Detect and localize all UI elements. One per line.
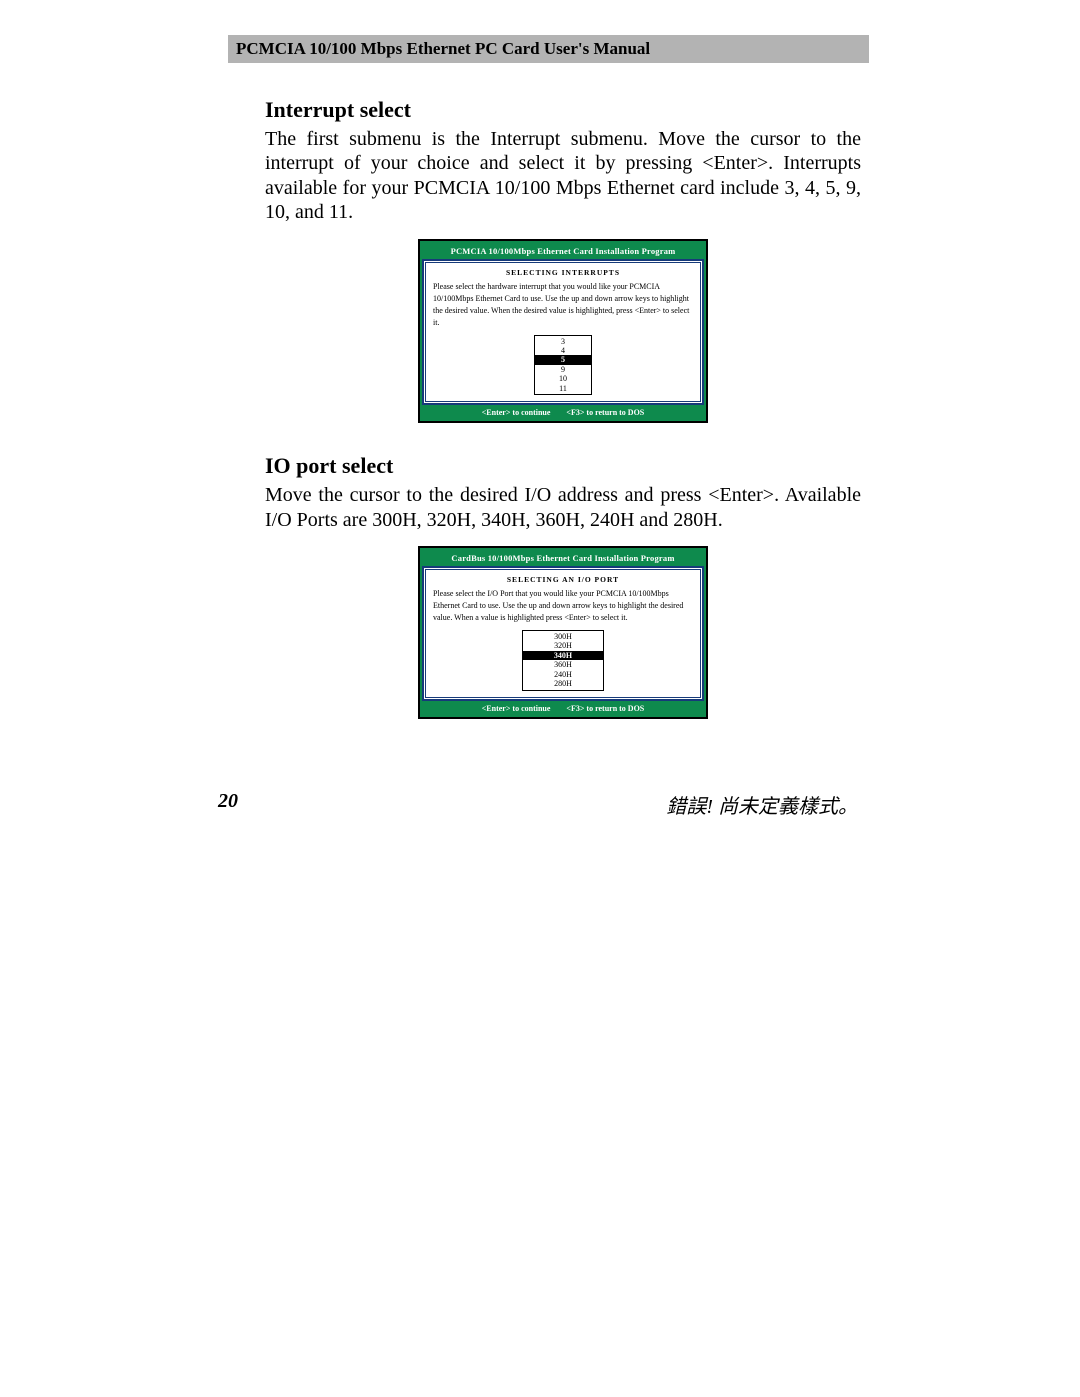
install-window-footer: <Enter> to continue <F3> to return to DO…: [422, 701, 704, 715]
list-option[interactable]: 3: [535, 337, 591, 346]
list-option[interactable]: 5: [535, 355, 591, 364]
list-option[interactable]: 9: [535, 365, 591, 374]
install-window-footer: <Enter> to continue <F3> to return to DO…: [422, 405, 704, 419]
hint-f3: <F3> to return to DOS: [566, 408, 644, 417]
list-option[interactable]: 11: [535, 384, 591, 393]
page-number: 20: [218, 790, 238, 819]
page-footer: 20 錯誤! 尚未定義樣式。: [218, 790, 858, 819]
install-window-subtitle: SELECTING AN I/O PORT: [433, 575, 693, 584]
heading-interrupt-select: Interrupt select: [265, 97, 861, 123]
install-window-instructions: Please select the hardware interrupt tha…: [433, 281, 693, 329]
install-window-title: CardBus 10/100Mbps Ethernet Card Install…: [422, 550, 704, 566]
list-option[interactable]: 300H: [523, 632, 603, 641]
paragraph-interrupt-select: The first submenu is the Interrupt subme…: [265, 127, 861, 225]
install-window-subtitle: SELECTING INTERRUPTS: [433, 268, 693, 277]
list-option[interactable]: 240H: [523, 670, 603, 679]
list-option[interactable]: 280H: [523, 679, 603, 688]
install-window-instructions: Please select the I/O Port that you woul…: [433, 588, 693, 624]
heading-io-port-select: IO port select: [265, 453, 861, 479]
page-header: PCMCIA 10/100 Mbps Ethernet PC Card User…: [228, 35, 869, 63]
hint-enter: <Enter> to continue: [482, 408, 551, 417]
install-window-interrupt: PCMCIA 10/100Mbps Ethernet Card Installa…: [418, 239, 708, 424]
manual-page: PCMCIA 10/100 Mbps Ethernet PC Card User…: [0, 0, 1080, 1397]
list-option[interactable]: 10: [535, 374, 591, 383]
footer-error-text: 錯誤! 尚未定義樣式。: [666, 790, 858, 819]
list-option[interactable]: 4: [535, 346, 591, 355]
list-option[interactable]: 340H: [523, 651, 603, 660]
hint-f3: <F3> to return to DOS: [566, 704, 644, 713]
paragraph-io-port-select: Move the cursor to the desired I/O addre…: [265, 483, 861, 532]
content-column: Interrupt select The first submenu is th…: [265, 97, 861, 719]
ioport-listbox[interactable]: 300H320H340H360H240H280H: [522, 630, 604, 691]
interrupt-listbox[interactable]: 34591011: [534, 335, 592, 396]
install-window-title: PCMCIA 10/100Mbps Ethernet Card Installa…: [422, 243, 704, 259]
list-option[interactable]: 360H: [523, 660, 603, 669]
hint-enter: <Enter> to continue: [482, 704, 551, 713]
list-option[interactable]: 320H: [523, 641, 603, 650]
install-window-ioport: CardBus 10/100Mbps Ethernet Card Install…: [418, 546, 708, 719]
